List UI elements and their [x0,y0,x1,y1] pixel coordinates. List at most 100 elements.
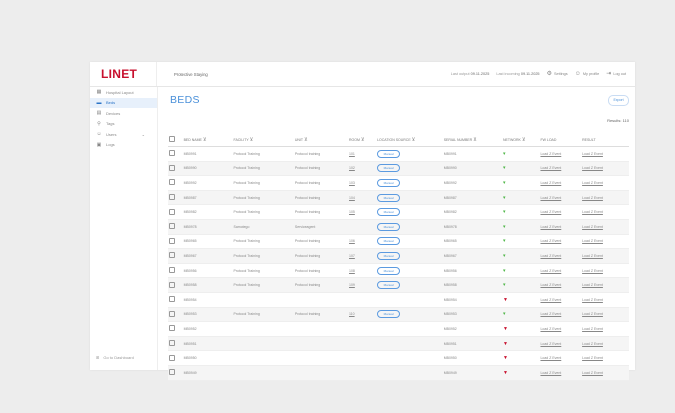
sidebar-item-users[interactable]: ☺ Users ⌄ [90,129,157,140]
row-checkbox[interactable] [169,354,175,361]
row-checkbox[interactable] [169,179,175,186]
linet-logo[interactable]: LINET [90,62,157,86]
result-link[interactable]: Load Z Event [582,181,603,185]
sidebar-item-beds[interactable]: ▬ Beds [90,97,157,108]
table-row[interactable]: MB0987 Protocol Training Protocol training… [168,190,629,206]
row-checkbox[interactable] [169,208,175,215]
filter-icon[interactable]: ⊻ [304,137,308,143]
my-profile-button[interactable]: ☺ My profile [575,71,600,77]
filter-icon[interactable]: ⊻ [522,137,526,143]
table-row[interactable]: MB0952 MB0952 ▼ Load Z Event Load Z Event [168,321,629,337]
filter-icon[interactable]: ⊻ [361,137,365,143]
row-checkbox[interactable] [169,223,175,230]
sidebar-item-tags[interactable]: ⚲ Tags [90,119,157,130]
table-row[interactable]: MB0965 Protocol Training Protocol training… [168,234,629,250]
select-all-checkbox[interactable] [169,136,175,142]
sidebar-item-hospital-layout[interactable]: ▦ Hospital Layout [90,87,157,98]
column-header[interactable]: SERIAL NUMBER ⊻ [442,133,502,147]
row-checkbox[interactable] [169,369,175,376]
fw-load-link[interactable]: Load Z Event [540,283,561,287]
column-header[interactable]: UNIT ⊻ [293,133,348,147]
table-row[interactable]: MB0991 Protocol Training Protocol training… [168,146,629,162]
result-link[interactable]: Load Z Event [582,356,603,360]
location-source-badge[interactable]: Manual [377,281,401,290]
location-source-badge[interactable]: Manual [377,193,401,202]
column-header[interactable]: BED NAME ⊻ [182,133,233,147]
result-link[interactable]: Load Z Event [582,327,603,331]
result-link[interactable]: Load Z Event [582,283,603,287]
fw-load-link[interactable]: Load Z Event [540,196,561,200]
room-link[interactable]: 106 [349,239,355,243]
result-link[interactable]: Load Z Event [582,312,603,316]
fw-load-link[interactable]: Load Z Event [540,210,561,214]
column-header[interactable]: LOCATION SOURCE ⊻ [376,133,443,147]
table-row[interactable]: MB0958 Protocol Training Protocol training… [168,277,629,293]
result-link[interactable]: Load Z Event [582,152,603,156]
filter-icon[interactable]: ⊻ [412,137,416,143]
table-row[interactable]: MB0953 Protocol Training Protocol training… [168,307,629,323]
row-checkbox[interactable] [169,325,175,332]
row-checkbox[interactable] [169,194,175,201]
filter-icon[interactable]: ⊻ [203,137,207,143]
fw-load-link[interactable]: Load Z Event [540,225,561,229]
row-checkbox[interactable] [169,340,175,347]
room-link[interactable]: 107 [349,254,355,258]
result-link[interactable]: Load Z Event [582,239,603,243]
result-link[interactable]: Load Z Event [582,225,603,229]
room-link[interactable]: 103 [349,181,355,185]
fw-load-link[interactable]: Load Z Event [540,254,561,258]
fw-load-link[interactable]: Load Z Event [540,356,561,360]
fw-load-link[interactable]: Load Z Event [540,342,561,346]
fw-load-link[interactable]: Load Z Event [540,166,561,170]
column-header[interactable]: RESULT [581,133,629,147]
result-link[interactable]: Load Z Event [582,196,603,200]
room-link[interactable]: 102 [349,166,355,170]
location-source-badge[interactable]: Manual [377,164,401,173]
sidebar-item-logs[interactable]: ▣ Logs [90,140,157,151]
fw-load-link[interactable]: Load Z Event [540,327,561,331]
fw-load-link[interactable]: Load Z Event [540,152,561,156]
filter-icon[interactable]: ⊻ [250,137,254,143]
result-link[interactable]: Load Z Event [582,342,603,346]
result-link[interactable]: Load Z Event [582,269,603,273]
column-header[interactable]: NETWORK ⊻ [502,133,540,147]
table-row[interactable]: MB0992 Protocol Training Protocol training… [168,175,629,191]
table-row[interactable]: MB0978 Samotego Serviceagent Manual MB0978 ▾ L… [168,219,629,235]
location-source-badge[interactable]: Manual [377,178,401,187]
result-link[interactable]: Load Z Event [582,254,603,258]
row-checkbox[interactable] [169,150,175,157]
table-row[interactable]: MB0967 Protocol Training Protocol training… [168,248,629,264]
column-header[interactable]: FW LOAD [539,133,582,147]
row-checkbox[interactable] [169,281,175,288]
location-source-badge[interactable]: Manual [377,237,401,246]
table-row[interactable]: MB0951 MB0951 ▼ Load Z Event Load Z Event [168,336,629,352]
export-button[interactable]: Export [608,95,629,106]
fw-load-link[interactable]: Load Z Event [540,371,561,375]
table-row[interactable]: MB0982 Protocol Training Protocol training… [168,204,629,220]
table-row[interactable]: MB0956 Protocol Training Protocol training… [168,263,629,279]
fw-load-link[interactable]: Load Z Event [540,181,561,185]
room-link[interactable]: 109 [349,283,355,287]
location-source-badge[interactable]: Manual [377,266,401,275]
column-header[interactable]: ROOM ⊻ [348,133,377,147]
fw-load-link[interactable]: Load Z Event [540,269,561,273]
row-checkbox[interactable] [169,164,175,171]
fw-load-link[interactable]: Load Z Event [540,239,561,243]
fw-load-link[interactable]: Load Z Event [540,298,561,302]
table-row[interactable]: MB0949 MB0949 ▼ Load Z Event Load Z Event [168,365,629,381]
room-link[interactable]: 104 [349,196,355,200]
table-row[interactable]: MB0990 Protocol Training Protocol training… [168,161,629,177]
row-checkbox[interactable] [169,237,175,244]
sidebar-item-devices[interactable]: ▤ Devices [90,108,157,119]
row-checkbox[interactable] [169,310,175,317]
result-link[interactable]: Load Z Event [582,298,603,302]
filter-icon[interactable]: ⊻ [473,137,477,143]
logout-button[interactable]: ⇥ Log out [606,71,626,77]
result-link[interactable]: Load Z Event [582,371,603,375]
room-link[interactable]: 105 [349,210,355,214]
location-source-badge[interactable]: Manual [377,208,401,217]
location-source-badge[interactable]: Manual [377,251,401,260]
row-checkbox[interactable] [169,252,175,259]
room-link[interactable]: 110 [349,312,355,316]
result-link[interactable]: Load Z Event [582,166,603,170]
